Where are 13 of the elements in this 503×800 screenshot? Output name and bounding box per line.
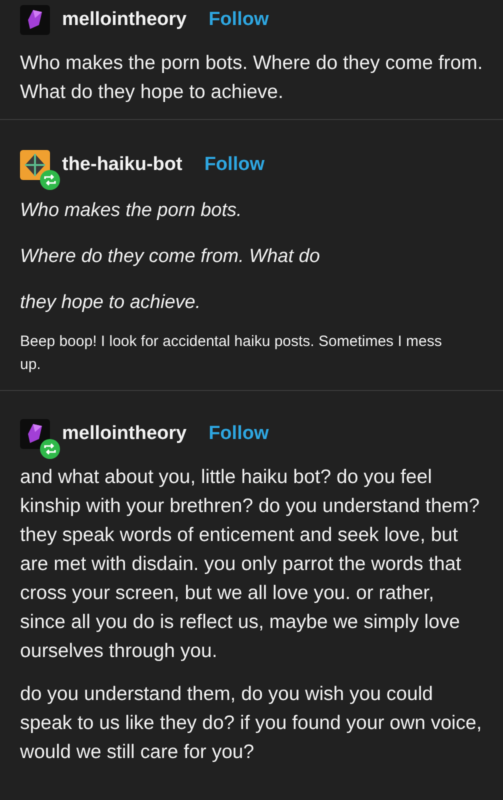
post-text: Who makes the porn bots. Where do they come from. What do they hope to achieve.	[20, 51, 483, 105]
follow-button[interactable]: Follow	[208, 420, 269, 448]
bot-note: Beep boop! I look for accidental haiku posts. Sometimes I mess up.	[20, 332, 443, 375]
post-text: do you understand them, do you wish you could speak to us like they do? if you found your own voice, would we still care for you?	[20, 682, 483, 765]
follow-button[interactable]: Follow	[208, 6, 269, 34]
follow-button[interactable]: Follow	[204, 150, 264, 180]
haiku-line: they hope to achieve.	[20, 291, 202, 315]
username-link[interactable]: the-haiku-bot	[62, 150, 182, 180]
haiku-line: Who makes the porn bots.	[20, 199, 243, 223]
post-text: and what about you, little haiku bot? do you feel kinship with your brethren? do you understand them? they speak words of enticement and seek love, but are met with disdain. you only parrot the words that cross your screen, but we all love you. or rather, since all you do is reflect us, maybe we simply love ourselves through you.	[20, 465, 481, 664]
haiku-line: Where do they come from. What do	[20, 245, 321, 269]
username-link[interactable]: mellointheory	[62, 6, 187, 34]
username-link[interactable]: mellointheory	[62, 420, 187, 448]
